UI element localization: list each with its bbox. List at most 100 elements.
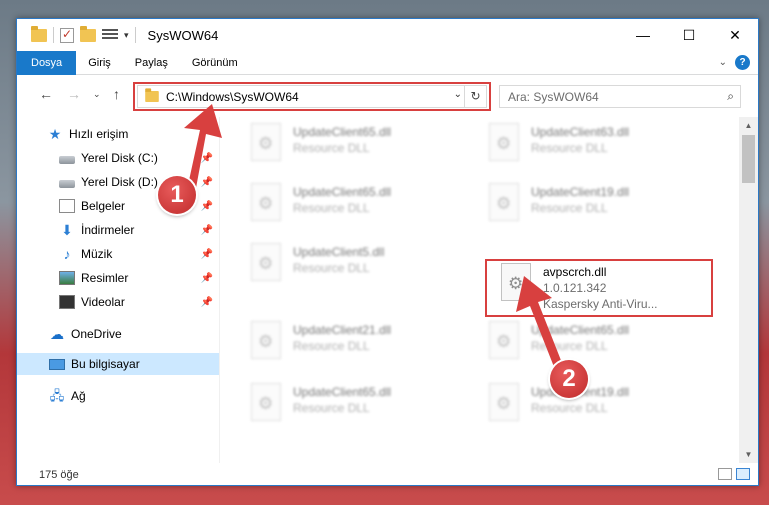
sidebar-item-label: Ağ (71, 389, 86, 403)
file-description: Resource DLL (531, 401, 608, 415)
list-item[interactable]: UpdateClient65.dll Resource DLL (241, 379, 471, 431)
sidebar-item-pictures[interactable]: Resimler 📌 (17, 267, 219, 289)
disk-icon (59, 179, 75, 188)
file-highlight-box (485, 259, 713, 317)
tab-home[interactable]: Giriş (76, 51, 123, 75)
tab-share[interactable]: Paylaş (123, 51, 180, 75)
search-icon[interactable]: ⌕ (727, 89, 734, 104)
search-input[interactable]: Ara: SysWOW64 ⌕ (499, 85, 741, 108)
video-icon (59, 295, 75, 309)
pin-icon[interactable]: 📌 (201, 273, 213, 284)
file-name: UpdateClient5.dll (293, 245, 385, 259)
chevron-down-icon[interactable]: ▾ (124, 30, 129, 41)
address-row: ← → ⌄ ↑ C:\Windows\SysWOW64 ⌄ ↻ Ara: Sys… (17, 75, 758, 117)
file-name: UpdateClient65.dll (293, 125, 392, 139)
music-icon: ♪ (63, 246, 71, 262)
pin-icon[interactable]: 📌 (201, 297, 213, 308)
tab-view[interactable]: Görünüm (180, 51, 250, 75)
sidebar-item-quick-access[interactable]: ★ Hızlı erişim (17, 123, 219, 145)
list-item[interactable]: UpdateClient19.dll Resource DLL (479, 379, 709, 431)
file-name: UpdateClient63.dll (531, 125, 630, 139)
file-description: Resource DLL (531, 141, 608, 155)
cloud-icon: ☁ (50, 326, 64, 342)
forward-arrow-icon[interactable]: → (67, 86, 81, 102)
file-description: Resource DLL (531, 201, 608, 215)
dll-file-icon (251, 123, 281, 161)
list-item[interactable]: UpdateClient21.dll Resource DLL (241, 317, 471, 369)
pin-icon[interactable]: 📌 (201, 201, 213, 212)
file-name: UpdateClient65.dll (531, 323, 630, 337)
sidebar-item-onedrive[interactable]: ☁ OneDrive (17, 323, 219, 345)
dll-file-icon (251, 183, 281, 221)
sidebar-item-label: İndirmeler (81, 223, 135, 237)
file-description: Resource DLL (293, 339, 370, 353)
properties-check-icon[interactable] (60, 27, 74, 43)
list-item[interactable]: UpdateClient5.dll Resource DLL (241, 239, 471, 291)
pin-icon[interactable]: 📌 (201, 225, 213, 236)
sidebar-item-music[interactable]: ♪ Müzik 📌 (17, 243, 219, 265)
computer-icon (49, 358, 65, 370)
pin-icon[interactable]: 📌 (201, 177, 213, 188)
sidebar-item-label: Yerel Disk (D:) (81, 175, 158, 189)
sidebar-item-videos[interactable]: Videolar 📌 (17, 291, 219, 313)
pane-divider[interactable] (219, 117, 220, 463)
minimize-button[interactable]: — (620, 19, 666, 51)
scroll-up-icon[interactable]: ▲ (739, 117, 758, 134)
recent-locations-icon[interactable]: ⌄ (93, 89, 101, 100)
file-name: UpdateClient21.dll (293, 323, 392, 337)
customize-toolbar-icon[interactable] (102, 29, 118, 41)
maximize-button[interactable]: ☐ (666, 19, 712, 51)
file-list: UpdateClient65.dll Resource DLL UpdateCl… (221, 117, 739, 463)
file-description: Resource DLL (293, 141, 370, 155)
view-switcher (718, 468, 750, 480)
address-highlight-box (133, 82, 491, 111)
sidebar-item-label: Belgeler (81, 199, 126, 213)
status-bar: 175 öğe (17, 463, 758, 485)
scroll-thumb[interactable] (742, 135, 755, 183)
sidebar-item-label: Videolar (81, 295, 125, 309)
expand-ribbon-icon[interactable]: ⌄ (719, 57, 727, 68)
help-icon[interactable]: ? (735, 55, 750, 70)
list-item[interactable]: UpdateClient63.dll Resource DLL (479, 119, 709, 171)
step-badge-1: 1 (158, 176, 196, 214)
up-arrow-icon[interactable]: ↑ (113, 86, 120, 102)
file-description: Resource DLL (293, 401, 370, 415)
large-icons-view-icon[interactable] (736, 468, 750, 480)
list-item[interactable]: UpdateClient65.dll Resource DLL (241, 119, 471, 171)
file-name: UpdateClient65.dll (293, 185, 392, 199)
divider (53, 27, 54, 43)
window-title: SysWOW64 (147, 27, 219, 43)
dll-file-icon (489, 183, 519, 221)
quick-access-toolbar: ▾ (17, 25, 136, 43)
file-description: Resource DLL (293, 201, 370, 215)
sidebar-item-downloads[interactable]: ⬇ İndirmeler 📌 (17, 219, 219, 241)
pin-icon[interactable]: 📌 (201, 153, 213, 164)
file-description: Resource DLL (293, 261, 370, 275)
sidebar-item-this-pc[interactable]: Bu bilgisayar (17, 353, 219, 375)
download-icon: ⬇ (61, 222, 73, 238)
ribbon-tabs: Dosya Giriş Paylaş Görünüm ⌄ ? (17, 50, 758, 75)
sidebar-item-network[interactable]: 🖧 Ağ (17, 385, 219, 407)
dll-file-icon (489, 383, 519, 421)
sidebar-item-label: Hızlı erişim (69, 127, 129, 141)
new-folder-icon[interactable] (80, 25, 96, 42)
scroll-down-icon[interactable]: ▼ (739, 446, 758, 463)
item-count: 175 öğe (39, 469, 79, 481)
pin-icon[interactable]: 📌 (201, 249, 213, 260)
back-arrow-icon[interactable]: ← (39, 86, 53, 102)
list-item[interactable]: UpdateClient65.dll Resource DLL (479, 317, 709, 369)
step-badge-2: 2 (550, 360, 588, 398)
list-item[interactable]: UpdateClient65.dll Resource DLL (241, 179, 471, 231)
star-icon: ★ (48, 126, 62, 142)
folder-icon (31, 25, 47, 42)
list-item[interactable]: UpdateClient19.dll Resource DLL (479, 179, 709, 231)
vertical-scrollbar[interactable]: ▲ ▼ (739, 117, 758, 463)
details-view-icon[interactable] (718, 468, 732, 480)
sidebar-item-label: Yerel Disk (C:) (81, 151, 158, 165)
close-button[interactable]: ✕ (712, 19, 758, 51)
ribbon-right: ⌄ ? (719, 55, 750, 70)
sidebar-item-local-disk-c[interactable]: Yerel Disk (C:) 📌 (17, 147, 219, 169)
file-name: UpdateClient19.dll (531, 185, 630, 199)
document-icon (59, 199, 75, 213)
tab-file[interactable]: Dosya (17, 50, 77, 75)
